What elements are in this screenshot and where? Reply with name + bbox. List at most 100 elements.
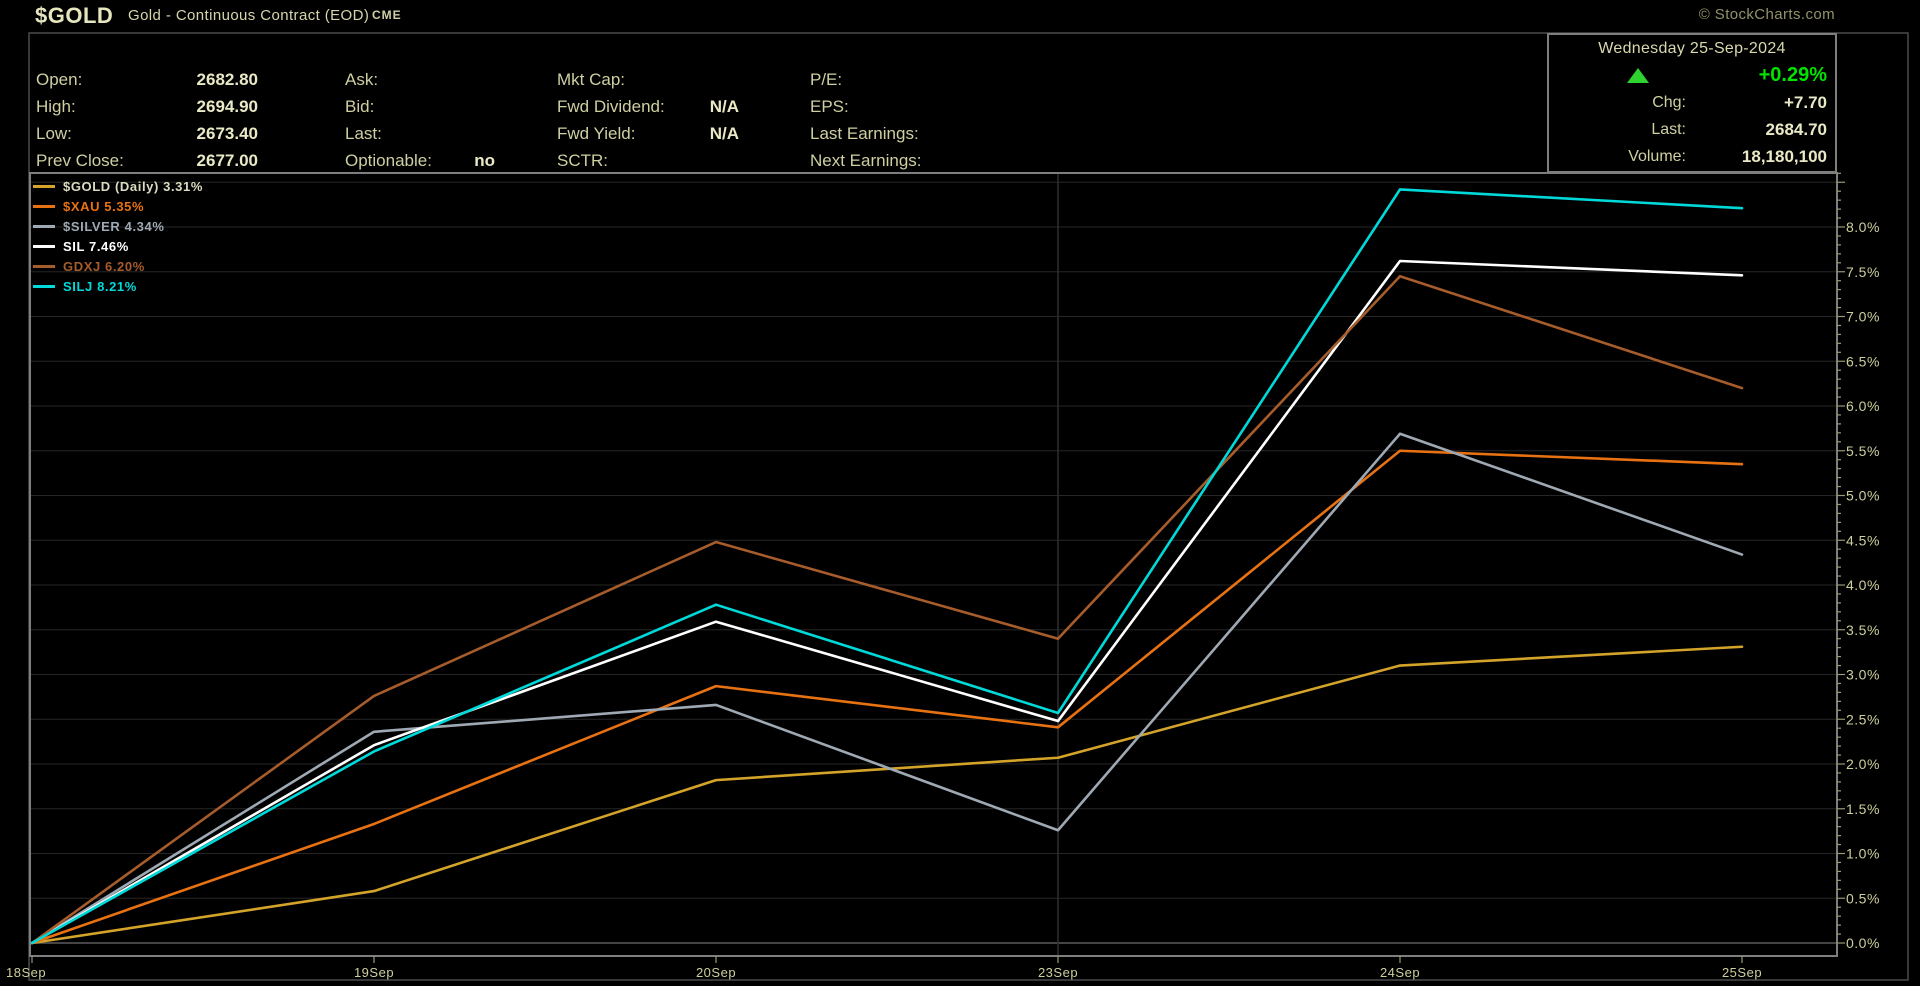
legend-item-silver: $SILVER 4.34% — [33, 216, 203, 236]
series-legend-label: $SILVER 4.34% — [63, 218, 165, 234]
volume-row: Volume: 18,180,100 — [1549, 143, 1835, 170]
quote-value: N/A — [709, 123, 739, 143]
quote-label: Mkt Cap: — [557, 69, 626, 89]
quote-row: SCTR: — [557, 147, 739, 174]
series-legend-label: $GOLD (Daily) 3.31% — [63, 178, 203, 194]
quote-row: Next Earnings: — [810, 147, 1050, 174]
percent-change-row: +0.29% — [1549, 62, 1835, 89]
stockcharts-credit: © StockCharts.com — [1698, 6, 1835, 23]
svg-text:5.0%: 5.0% — [1846, 488, 1880, 504]
quote-column-ohlc: Open: 2682.80 High: 2694.90 Low: 2673.40 Pr… — [36, 66, 258, 174]
svg-text:2.0%: 2.0% — [1846, 756, 1880, 772]
date-label: Wednesday 25-Sep-2024 — [1549, 35, 1835, 62]
svg-text:20Sep: 20Sep — [696, 965, 736, 980]
quote-column-fundamentals: Mkt Cap: Fwd Dividend: N/A Fwd Yield: N/A … — [557, 66, 739, 174]
legend-item-gold: $GOLD (Daily) 3.31% — [33, 176, 203, 196]
quote-label: Last: — [345, 123, 382, 143]
symbol-description: Gold - Continuous Contract (EOD) — [128, 7, 370, 24]
svg-text:7.5%: 7.5% — [1846, 264, 1880, 280]
change-label: Chg: — [1652, 93, 1686, 111]
quote-label: Last Earnings: — [810, 123, 919, 143]
series-color-swatch — [33, 264, 55, 268]
quote-row: Prev Close: 2677.00 — [36, 147, 258, 174]
svg-text:19Sep: 19Sep — [354, 965, 394, 980]
quote-value: 2673.40 — [196, 123, 258, 143]
quote-label: Prev Close: — [36, 150, 124, 170]
quote-row: Last Earnings: — [810, 120, 1050, 147]
svg-text:5.5%: 5.5% — [1846, 443, 1880, 459]
svg-text:3.5%: 3.5% — [1846, 622, 1880, 638]
series-legend-label: SIL 7.46% — [63, 238, 129, 254]
svg-text:2.5%: 2.5% — [1846, 711, 1880, 727]
quote-row: P/E: — [810, 66, 1050, 93]
series-color-swatch — [33, 184, 55, 188]
series-color-swatch — [33, 284, 55, 288]
percent-change-value: +0.29% — [1758, 64, 1827, 86]
quote-row: Bid: — [345, 93, 495, 120]
legend-item-silj: SILJ 8.21% — [33, 276, 203, 296]
quote-label: Open: — [36, 69, 83, 89]
svg-text:18Sep: 18Sep — [6, 965, 46, 980]
quote-row: Low: 2673.40 — [36, 120, 258, 147]
quote-label: Next Earnings: — [810, 150, 922, 170]
quote-value: N/A — [709, 96, 739, 116]
volume-label: Volume: — [1628, 147, 1686, 165]
svg-text:1.0%: 1.0% — [1846, 846, 1880, 862]
quote-label: High: — [36, 96, 76, 116]
series-color-swatch — [33, 224, 55, 228]
last-label: Last: — [1651, 120, 1686, 138]
quote-label: Bid: — [345, 96, 375, 116]
quote-label: Low: — [36, 123, 72, 143]
title-bar: $GOLD Gold - Continuous Contract (EOD) C… — [0, 0, 1920, 30]
quote-label: Ask: — [345, 69, 379, 89]
exchange-label: CME — [372, 8, 402, 22]
svg-text:7.0%: 7.0% — [1846, 309, 1880, 325]
svg-text:0.5%: 0.5% — [1846, 890, 1880, 906]
change-value: +7.70 — [1783, 92, 1827, 112]
quote-label: Fwd Yield: — [557, 123, 636, 143]
svg-text:3.0%: 3.0% — [1846, 667, 1880, 683]
quote-label: Optionable: — [345, 150, 432, 170]
legend-item-gdxj: GDXJ 6.20% — [33, 256, 203, 276]
change-row: Chg: +7.70 — [1549, 89, 1835, 116]
series-color-swatch — [33, 244, 55, 248]
quote-column-earnings: P/E: EPS: Last Earnings: Next Earnings: — [810, 66, 1050, 174]
quote-label: Fwd Dividend: — [557, 96, 665, 116]
stockcharts-chart-window: 0.0% 0.5% 1.0% 1.5% 2.0% 2.5% 3.0% 3.5% 4.0% 4.5%… — [0, 0, 1920, 986]
series-legend-label: $XAU 5.35% — [63, 198, 145, 214]
series-legend-label: GDXJ 6.20% — [63, 258, 145, 274]
quote-column-bid-ask: Ask: Bid: Last: Optionable: no — [345, 66, 495, 174]
svg-text:8.0%: 8.0% — [1846, 219, 1880, 235]
quote-label: SCTR: — [557, 150, 608, 170]
quote-row: Mkt Cap: — [557, 66, 739, 93]
last-row: Last: 2684.70 — [1549, 116, 1835, 143]
quote-row: Open: 2682.80 — [36, 66, 258, 93]
quote-label: P/E: — [810, 69, 843, 89]
quote-value: 2677.00 — [196, 150, 258, 170]
svg-text:23Sep: 23Sep — [1038, 965, 1078, 980]
quote-row: High: 2694.90 — [36, 93, 258, 120]
svg-text:6.5%: 6.5% — [1846, 353, 1880, 369]
legend-item-sil: SIL 7.46% — [33, 236, 203, 256]
session-date: Wednesday 25-Sep-2024 — [1598, 39, 1786, 57]
svg-text:0.0%: 0.0% — [1846, 935, 1880, 951]
last-value: 2684.70 — [1765, 119, 1827, 139]
quote-row: Ask: — [345, 66, 495, 93]
svg-text:4.5%: 4.5% — [1846, 532, 1880, 548]
svg-text:1.5%: 1.5% — [1846, 801, 1880, 817]
quote-value: no — [474, 150, 495, 170]
series-legend-label: SILJ 8.21% — [63, 278, 137, 294]
quote-label: EPS: — [810, 96, 849, 116]
chart-legend: $GOLD (Daily) 3.31% $XAU 5.35% $SILVER 4… — [33, 176, 203, 296]
quote-row: Fwd Yield: N/A — [557, 120, 739, 147]
up-triangle-icon — [1627, 68, 1649, 83]
date-summary-box: Wednesday 25-Sep-2024 +0.29% Chg: +7.70 L… — [1547, 33, 1837, 173]
svg-text:25Sep: 25Sep — [1722, 965, 1762, 980]
page-title: $GOLD — [35, 3, 114, 28]
quote-value: 2682.80 — [196, 69, 258, 89]
svg-text:24Sep: 24Sep — [1380, 965, 1420, 980]
quote-row: Last: — [345, 120, 495, 147]
volume-value: 18,180,100 — [1741, 146, 1827, 166]
quote-row: EPS: — [810, 93, 1050, 120]
quote-value: 2694.90 — [196, 96, 258, 116]
